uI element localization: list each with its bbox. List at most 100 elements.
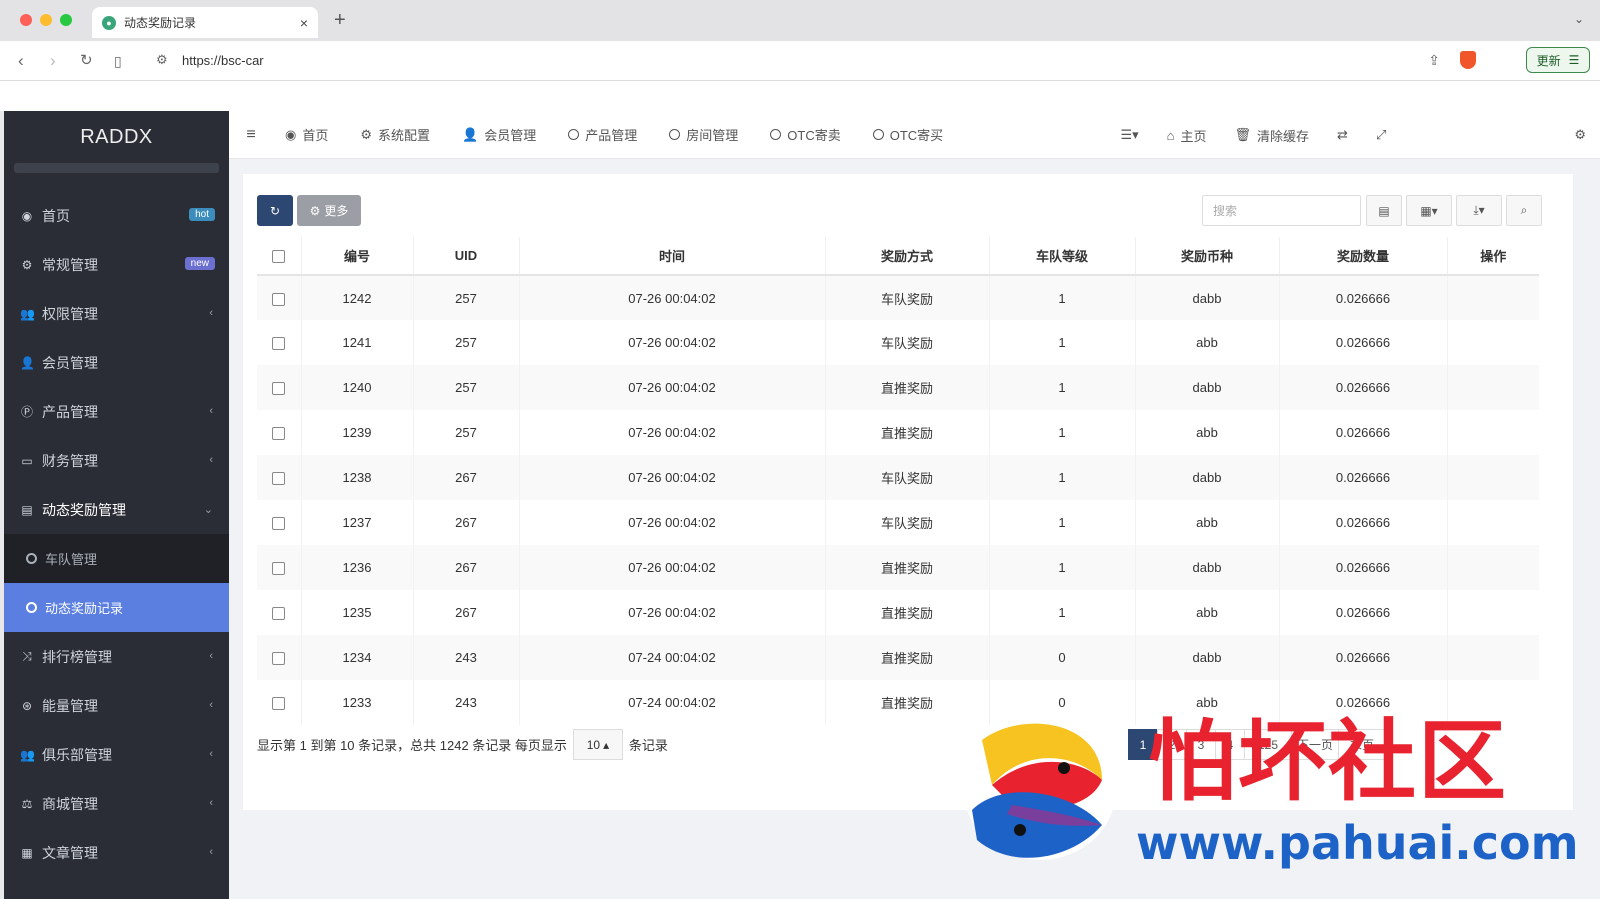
table-row[interactable]: 1237 267 07-26 00:04:02 车队奖励 1 abb 0.026666 xyxy=(257,500,1539,545)
table-row[interactable]: 1238 267 07-26 00:04:02 车队奖励 1 dabb 0.026666 xyxy=(257,455,1539,500)
cell-coin: dabb xyxy=(1134,545,1279,590)
topnav-rooms[interactable]: 房间管理 xyxy=(653,111,754,159)
brave-shield-icon[interactable] xyxy=(1460,51,1476,69)
new-badge: new xyxy=(184,257,215,270)
column-header[interactable]: 编号 xyxy=(300,237,413,276)
sidebar-item-permissions[interactable]: 👥 权限管理 ‹ xyxy=(4,289,229,338)
sidebar-item-energy[interactable]: ⊛ 能量管理 ‹ xyxy=(4,681,229,730)
row-checkbox[interactable] xyxy=(272,652,286,666)
row-checkbox[interactable] xyxy=(272,292,286,306)
maximize-window-button[interactable] xyxy=(60,14,72,26)
new-tab-button[interactable]: + xyxy=(334,10,346,30)
table-row[interactable]: 1240 257 07-26 00:04:02 直推奖励 1 dabb 0.026666 xyxy=(257,365,1539,410)
column-header[interactable]: 奖励数量 xyxy=(1278,237,1447,276)
topnav-otc-buy[interactable]: OTC寄买 xyxy=(857,111,959,159)
site-settings-icon[interactable]: ⚙ xyxy=(156,52,168,68)
logo[interactable]: RADDX xyxy=(4,111,229,163)
sidebar-item-products[interactable]: Ⓟ 产品管理 ‹ xyxy=(4,387,229,436)
topnav-products[interactable]: 产品管理 xyxy=(552,111,653,159)
table-row[interactable]: 1239 257 07-26 00:04:02 直推奖励 1 abb 0.026666 xyxy=(257,410,1539,455)
row-checkbox[interactable] xyxy=(272,472,286,486)
table-row[interactable]: 1241 257 07-26 00:04:02 车队奖励 1 abb 0.026666 xyxy=(257,320,1539,365)
cell-id: 1241 xyxy=(300,320,413,365)
topnav-clear-cache[interactable]: 🗑 清除缓存 xyxy=(1221,111,1324,159)
table-row[interactable]: 1234 243 07-24 00:04:02 直推奖励 0 dabb 0.026666 xyxy=(257,635,1539,680)
share-icon[interactable]: ⇪ xyxy=(1428,52,1440,69)
table-body: 1242 257 07-26 00:04:02 车队奖励 1 dabb 0.026666 12… xyxy=(257,275,1539,725)
url-field[interactable]: https://bsc-car xyxy=(182,53,264,68)
row-checkbox[interactable] xyxy=(272,427,286,441)
row-checkbox[interactable] xyxy=(272,562,286,576)
forward-icon[interactable]: › xyxy=(50,51,56,71)
export-dropdown[interactable]: ⤓▾ xyxy=(1456,195,1502,226)
sidebar-item-home[interactable]: ◉ 首页 hot xyxy=(4,191,229,240)
browser-tab[interactable]: ● 动态奖励记录 × xyxy=(92,7,318,38)
column-header[interactable]: 操作 xyxy=(1446,237,1539,276)
cell-method: 直推奖励 xyxy=(824,410,989,455)
cell-actions xyxy=(1446,275,1539,320)
row-select-cell xyxy=(257,635,301,680)
table-row[interactable]: 1235 267 07-26 00:04:02 直推奖励 1 abb 0.026666 xyxy=(257,590,1539,635)
row-checkbox[interactable] xyxy=(272,697,286,711)
column-header[interactable]: 奖励方式 xyxy=(824,237,989,276)
row-checkbox[interactable] xyxy=(272,517,286,531)
row-checkbox[interactable] xyxy=(272,337,286,351)
sidebar-subitem-label: 动态奖励记录 xyxy=(45,601,124,616)
sidebar-item-club[interactable]: 👥 俱乐部管理 ‹ xyxy=(4,730,229,779)
topnav-otc-sell[interactable]: OTC寄卖 xyxy=(754,111,856,159)
update-button[interactable]: 更新 ☰ xyxy=(1526,47,1590,73)
sidebar-search[interactable] xyxy=(14,163,219,173)
sidebar-item-finance[interactable]: ▭ 财务管理 ‹ xyxy=(4,436,229,485)
topnav-translate[interactable]: ⇄ xyxy=(1323,111,1362,159)
topnav-settings[interactable]: ⚙ xyxy=(1560,111,1600,159)
column-header[interactable]: 车队等级 xyxy=(988,237,1135,276)
tab-list-chevron-icon[interactable]: ⌄ xyxy=(1574,12,1584,26)
cell-level: 1 xyxy=(988,275,1135,320)
sidebar-item-dynamic-rewards[interactable]: ▤ 动态奖励管理 ⌄ xyxy=(4,485,229,534)
topnav-system-config[interactable]: ⚙ 系统配置 xyxy=(344,111,446,159)
menu-icon: ☰ xyxy=(1568,53,1580,67)
topnav-home[interactable]: ◉ 首页 xyxy=(269,111,344,159)
cell-amount: 0.026666 xyxy=(1278,455,1447,500)
select-all-checkbox[interactable] xyxy=(272,250,286,264)
page-size-select[interactable]: 10 ▴ xyxy=(572,729,623,760)
topnav-main[interactable]: ⌂ 主页 xyxy=(1153,111,1221,159)
column-header[interactable]: UID xyxy=(412,237,519,276)
more-button[interactable]: ⚙ 更多 xyxy=(297,195,361,226)
minimize-window-button[interactable] xyxy=(40,14,52,26)
bookmark-icon[interactable]: ▯ xyxy=(114,51,122,71)
sidebar-item-general[interactable]: ⚙ 常规管理 new xyxy=(4,240,229,289)
cell-amount: 0.026666 xyxy=(1278,365,1447,410)
column-header[interactable]: 奖励币种 xyxy=(1134,237,1279,276)
search-button[interactable]: ⌕ xyxy=(1506,195,1542,226)
table-row[interactable]: 1236 267 07-26 00:04:02 直推奖励 1 dabb 0.026666 xyxy=(257,545,1539,590)
sidebar-item-members[interactable]: 👤 会员管理 xyxy=(4,338,229,387)
user-icon: 👤 xyxy=(20,355,35,370)
topnav-members[interactable]: 👤 会员管理 xyxy=(446,111,552,159)
close-window-button[interactable] xyxy=(20,14,32,26)
row-checkbox[interactable] xyxy=(272,607,286,621)
column-header[interactable]: 时间 xyxy=(518,237,825,276)
toggle-view-button[interactable]: ▤ xyxy=(1366,195,1402,226)
reload-icon[interactable]: ↻ xyxy=(80,51,93,71)
cell-uid: 267 xyxy=(412,455,519,500)
search-input[interactable] xyxy=(1202,195,1361,226)
cell-time: 07-26 00:04:02 xyxy=(518,545,825,590)
sidebar-subitem-fleet[interactable]: 车队管理 xyxy=(4,534,229,583)
topnav-fullscreen[interactable]: ⤢ xyxy=(1362,111,1400,159)
columns-dropdown[interactable]: ▦▾ xyxy=(1406,195,1452,226)
dashboard-icon: ◉ xyxy=(21,208,33,223)
sidebar-item-mall[interactable]: ⚖ 商城管理 ‹ xyxy=(4,779,229,828)
row-checkbox[interactable] xyxy=(272,382,286,396)
table-row[interactable]: 1242 257 07-26 00:04:02 车队奖励 1 dabb 0.026666 xyxy=(257,275,1539,320)
topnav-more-dropdown[interactable]: ☰▾ xyxy=(1106,111,1152,159)
sidebar-item-ranking[interactable]: ⤨ 排行榜管理 ‹ xyxy=(4,632,229,681)
hot-badge: hot xyxy=(189,208,215,221)
cell-actions xyxy=(1446,365,1539,410)
back-icon[interactable]: ‹ xyxy=(18,51,24,71)
sidebar-item-articles[interactable]: ▦ 文章管理 ‹ xyxy=(4,828,229,877)
sidebar-toggle-icon[interactable]: ≡ xyxy=(233,126,269,144)
refresh-button[interactable]: ↻ xyxy=(257,195,293,226)
sidebar-subitem-reward-records[interactable]: 动态奖励记录 xyxy=(4,583,229,632)
tab-close-icon[interactable]: × xyxy=(300,15,308,31)
